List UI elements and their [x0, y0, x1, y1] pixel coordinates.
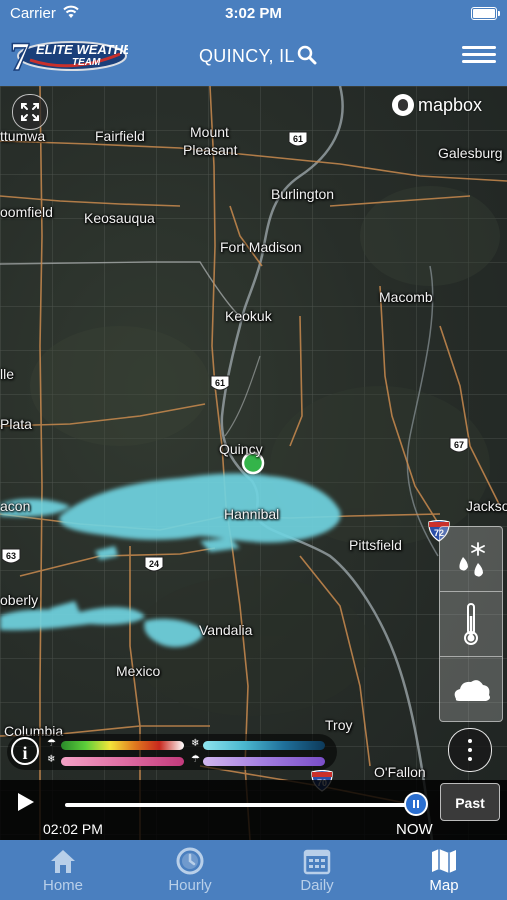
radar-map[interactable]: 61 61 67 72 63 24 70 ttumwa Fairfield Mo…	[0, 86, 507, 840]
layer-temperature-button[interactable]	[440, 592, 502, 656]
city-label: Vandalia	[199, 622, 253, 638]
city-label: oomfield	[0, 204, 53, 220]
hamburger-menu-icon[interactable]	[462, 42, 496, 70]
layer-precipitation-button[interactable]	[440, 527, 502, 591]
clock-icon	[176, 847, 204, 875]
battery-icon	[471, 7, 500, 20]
map-icon	[432, 849, 456, 873]
layer-clouds-button[interactable]	[440, 657, 502, 721]
ice-legend-icon: ☂	[191, 754, 200, 765]
city-label: Troy	[325, 717, 353, 733]
tab-daily[interactable]: Daily	[254, 840, 380, 900]
snow-legend-icon: ❄	[191, 738, 200, 749]
snow-scale	[203, 741, 325, 750]
route-shield: 61	[209, 374, 231, 394]
calendar-icon	[303, 849, 331, 875]
svg-text:61: 61	[215, 378, 225, 388]
route-shield: 24	[143, 555, 165, 575]
map-base-layer	[0, 86, 507, 840]
ice-scale	[203, 757, 325, 766]
info-button[interactable]: i	[11, 737, 39, 765]
past-button[interactable]: Past	[440, 783, 500, 821]
svg-text:61: 61	[293, 134, 303, 144]
layer-panel	[439, 526, 503, 722]
city-label: Mount	[190, 124, 229, 140]
city-label: Fairfield	[95, 128, 145, 144]
tab-map-label: Map	[429, 877, 459, 894]
city-label: Keokuk	[225, 308, 272, 324]
elite-weather-team-logo[interactable]: 7 ELITE WEATHER TEAM	[8, 33, 142, 80]
radar-legend: i ☂ ❄ ❄ ☂	[7, 734, 337, 770]
expand-icon	[21, 103, 39, 121]
city-label: Hannibal	[224, 506, 280, 522]
city-label: Fort Madison	[220, 239, 302, 255]
city-label: Macomb	[379, 289, 433, 305]
city-label: lle	[0, 366, 15, 382]
playback-controls: 02:02 PM NOW Past	[0, 780, 507, 840]
timeline-slider[interactable]	[65, 803, 415, 807]
app-header: 7 ELITE WEATHER TEAM QUINCY, IL	[0, 28, 507, 86]
mapbox-logo-icon	[392, 94, 414, 116]
fullscreen-button[interactable]	[12, 94, 48, 130]
city-label: ttumwa	[0, 128, 46, 144]
tab-daily-label: Daily	[300, 877, 334, 894]
city-label: Plata	[0, 416, 32, 432]
route-shield: 61	[287, 130, 309, 150]
timeline-now-label: NOW	[396, 821, 433, 838]
city-label: Keosauqua	[84, 210, 155, 226]
status-bar: Carrier 3:02 PM	[0, 0, 507, 28]
route-shield: 67	[448, 436, 470, 456]
tab-home[interactable]: Home	[0, 840, 126, 900]
home-icon	[51, 850, 75, 873]
city-label: oberly	[0, 592, 39, 608]
play-icon[interactable]	[18, 793, 34, 811]
timeline-thumb[interactable]	[404, 792, 428, 816]
tab-home-label: Home	[42, 877, 83, 894]
city-label: Galesburg	[438, 145, 503, 161]
timeline-start-time: 02:02 PM	[43, 821, 103, 837]
city-label: acon	[0, 498, 31, 514]
mapbox-label: mapbox	[418, 94, 483, 115]
location-label[interactable]: QUINCY, IL	[199, 46, 295, 67]
city-label: Quincy	[219, 441, 263, 457]
clock-time: 3:02 PM	[225, 5, 282, 22]
tab-bar: Home Hourly Daily Map	[0, 840, 507, 900]
svg-text:67: 67	[454, 440, 464, 450]
tab-map[interactable]: Map	[381, 840, 507, 900]
city-label: Pleasant	[183, 142, 238, 158]
rain-snow-icon	[459, 542, 485, 577]
cloud-icon	[454, 680, 490, 701]
logo-number: 7	[10, 34, 30, 78]
logo-text: ELITE WEATHER	[36, 42, 128, 57]
route-shield: 63	[0, 547, 22, 567]
mix-scale	[61, 757, 184, 766]
more-options-button[interactable]	[448, 728, 492, 772]
city-label: Pittsfield	[349, 537, 402, 553]
city-label: Mexico	[116, 663, 161, 679]
mapbox-attribution[interactable]: mapbox	[392, 94, 482, 116]
tab-hourly-label: Hourly	[168, 877, 212, 894]
city-label: Burlington	[271, 186, 335, 202]
search-icon[interactable]	[297, 45, 317, 70]
rain-legend-icon: ☂	[47, 738, 56, 749]
logo-subtext: TEAM	[72, 57, 101, 68]
svg-text:63: 63	[6, 551, 16, 561]
svg-text:24: 24	[149, 559, 159, 569]
mix-legend-icon: ❄	[47, 754, 56, 765]
tab-hourly[interactable]: Hourly	[127, 840, 253, 900]
city-label: O'Fallon	[374, 764, 426, 780]
thermometer-icon	[464, 603, 478, 645]
city-label: Jackso	[466, 498, 507, 514]
rain-scale	[61, 741, 184, 750]
